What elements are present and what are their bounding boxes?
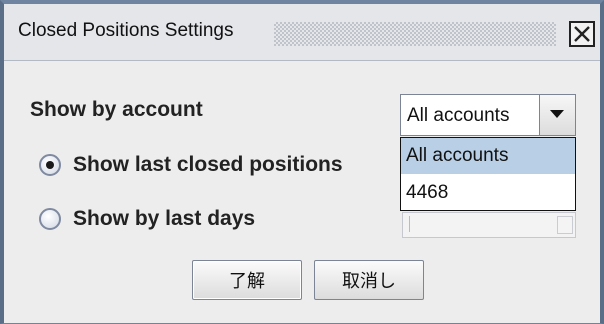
radio-button-unchecked[interactable] [39, 208, 61, 230]
radio-dot [46, 161, 54, 169]
ok-button[interactable]: 了解 [192, 260, 302, 300]
account-combo[interactable]: All accounts [400, 94, 576, 136]
cancel-button[interactable]: 取消し [314, 260, 424, 300]
account-dropdown-list: All accounts 4468 [400, 137, 576, 211]
text-caret [409, 216, 410, 232]
last-days-spinner[interactable] [402, 212, 576, 238]
radio-label: Show last closed positions [73, 153, 343, 176]
show-by-account-label: Show by account [30, 98, 203, 121]
radio-button-checked[interactable] [39, 154, 61, 176]
radio-label: Show by last days [73, 207, 256, 230]
close-icon [574, 26, 590, 42]
dropdown-option-4468[interactable]: 4468 [401, 175, 575, 211]
title-bar[interactable]: Closed Positions Settings [4, 4, 600, 61]
combo-arrow-button[interactable] [539, 95, 575, 135]
account-combo-value: All accounts [407, 105, 510, 126]
window-title: Closed Positions Settings [18, 20, 234, 41]
close-button[interactable] [569, 21, 595, 47]
title-bar-grip [274, 22, 556, 46]
radio-show-by-last-days[interactable]: Show by last days [39, 204, 255, 234]
spinner-button[interactable] [557, 216, 573, 234]
radio-show-last-closed[interactable]: Show last closed positions [39, 150, 343, 180]
chevron-down-icon [550, 110, 564, 118]
settings-dialog: Closed Positions Settings Show by accoun… [0, 0, 604, 324]
dropdown-option-all-accounts[interactable]: All accounts [401, 138, 575, 174]
